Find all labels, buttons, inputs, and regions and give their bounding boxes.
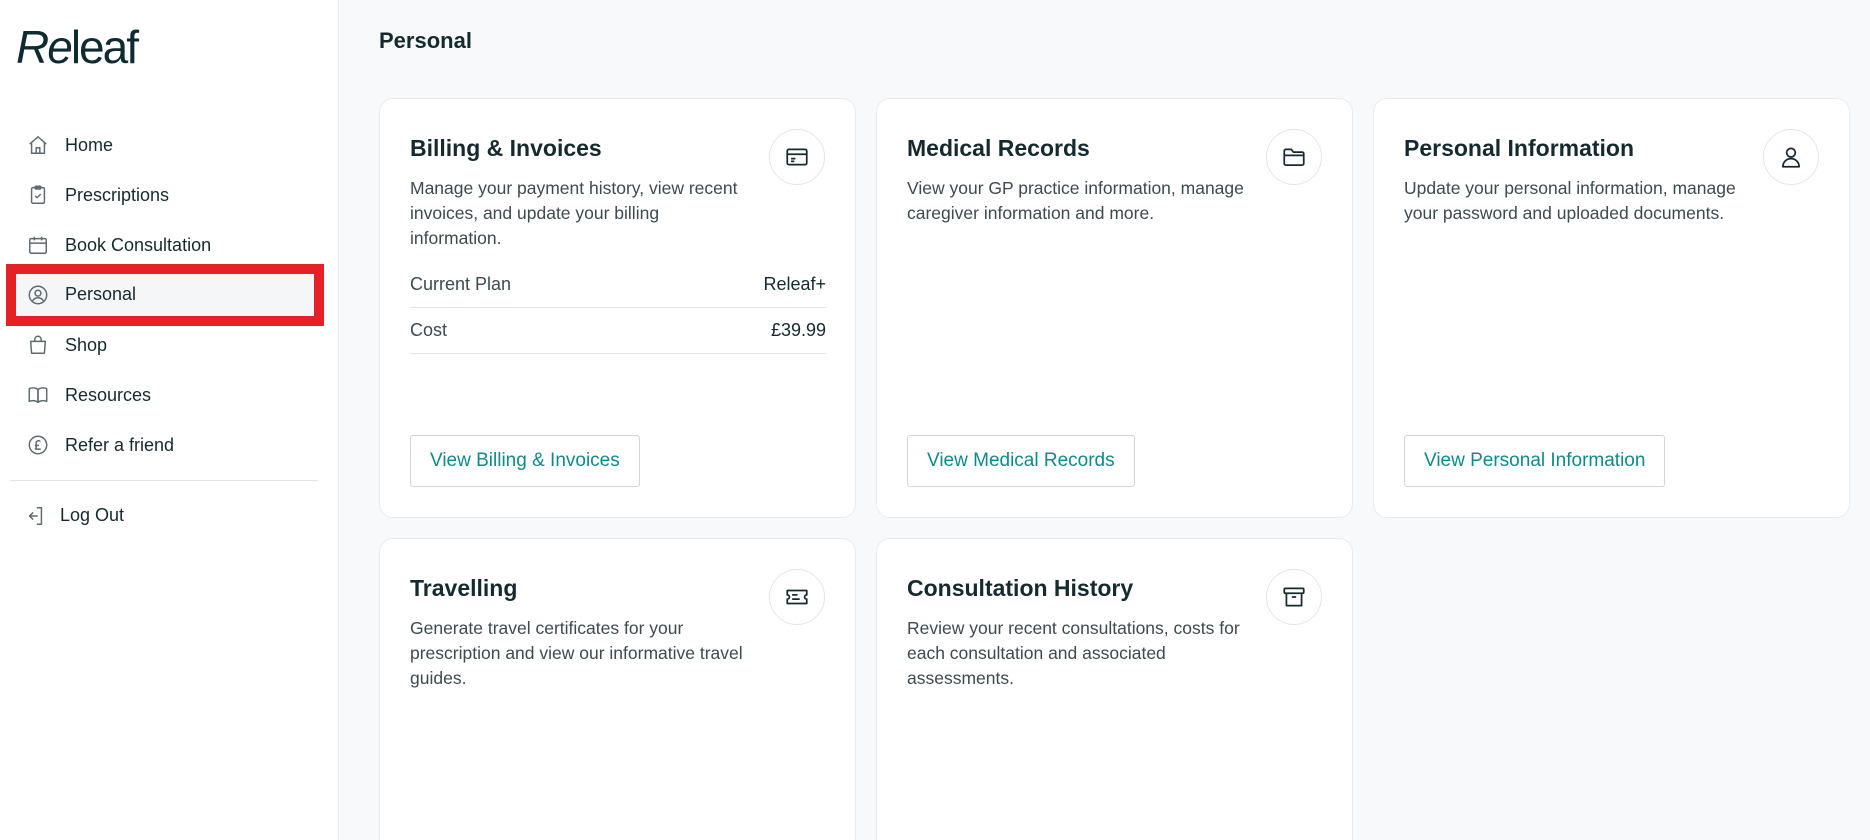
sidebar-item-label: Resources [65,384,152,405]
home-icon [26,133,50,157]
logo-rest: leaf [70,21,139,73]
sidebar-item-label: Prescriptions [65,184,170,205]
sidebar-item-refer-a-friend[interactable]: Refer a friend [0,420,339,470]
card-title: Consultation History [907,575,1134,601]
sidebar-item-label: Refer a friend [65,434,175,455]
shopping-bag-icon [26,333,50,357]
personal-information-card: Personal Information Update your persona… [1373,98,1850,518]
view-billing-button[interactable]: View Billing & Invoices [410,435,640,487]
plan-row-current-plan: Current Plan Releaf+ [410,262,826,308]
logo-re: Re [16,21,73,73]
plan-row-cost: Cost £39.99 [410,308,826,354]
travelling-card: Travelling Generate travel certificates … [379,538,856,840]
app: Releaf Home Prescriptions Book Consultat… [0,0,1870,840]
sidebar: Releaf Home Prescriptions Book Consultat… [0,0,339,840]
sidebar-item-label: Shop [65,334,108,355]
billing-card: Billing & Invoices Manage your payment h… [379,98,856,518]
card-title: Travelling [410,575,518,601]
logout-icon [24,505,48,529]
card-title: Billing & Invoices [410,135,602,161]
sidebar-divider [10,480,318,481]
book-icon [26,383,50,407]
card-description: Update your personal information, manage… [1404,178,1736,223]
folder-icon [1266,129,1322,185]
card-description: View your GP practice information, manag… [907,178,1244,223]
prescription-clipboard-icon [26,183,50,207]
sidebar-item-prescriptions[interactable]: Prescriptions [0,170,339,220]
sidebar-item-home[interactable]: Home [0,120,339,170]
pound-circle-icon [26,433,50,457]
card-description: Review your recent consultations, costs … [907,618,1240,688]
sidebar-item-label: Home [65,134,114,155]
plan-row-value: Releaf+ [763,274,826,294]
archive-box-icon [1266,569,1322,625]
sidebar-item-personal[interactable]: Personal [0,262,339,328]
card-description: Generate travel certificates for your pr… [410,618,743,688]
sidebar-item-shop[interactable]: Shop [0,320,339,370]
logout-label: Log Out [60,505,125,525]
releaf-logo[interactable]: Releaf [16,20,139,74]
medical-records-card: Medical Records View your GP practice in… [876,98,1353,518]
sidebar-item-label: Book Consultation [65,234,212,255]
user-icon [1763,129,1819,185]
view-personal-information-button[interactable]: View Personal Information [1404,435,1666,487]
logout-button[interactable]: Log Out [0,492,339,542]
plan-row-key: Current Plan [410,274,512,294]
plan-row-value: £39.99 [770,320,826,340]
card-title: Personal Information [1404,135,1635,161]
card-description: Manage your payment history, view recent… [410,178,738,248]
ticket-icon [769,569,825,625]
credit-card-icon [769,129,825,185]
calendar-icon [26,233,50,257]
card-title: Medical Records [907,135,1090,161]
sidebar-item-resources[interactable]: Resources [0,370,339,420]
user-circle-icon [26,283,50,307]
active-item-background [16,274,314,316]
consultation-history-card: Consultation History Review your recent … [876,538,1353,840]
plan-row-key: Cost [410,320,448,340]
sidebar-item-label: Personal [65,284,137,304]
view-medical-records-button[interactable]: View Medical Records [907,435,1135,487]
page-title: Personal [379,28,472,53]
